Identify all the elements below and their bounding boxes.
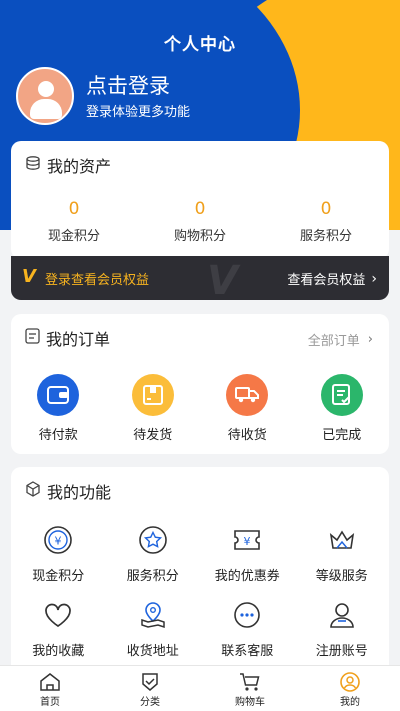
login-title[interactable]: 点击登录 [86,70,170,100]
assets-title: 我的资产 [47,157,112,176]
func-label: 联系客服 [221,644,274,659]
avatar-body [30,99,62,119]
tab-category[interactable]: 分类 [100,666,200,711]
category-icon [142,673,158,691]
yuan-circle-icon: ¥ [41,523,75,557]
avatar[interactable] [16,67,74,125]
order-label: 待收货 [227,428,267,443]
func-cash-points[interactable]: ¥ 现金积分 [11,523,106,584]
chevron-right-icon: › [367,332,373,347]
avatar-head [38,81,54,97]
func-label: 服务积分 [126,569,179,584]
func-favorites[interactable]: 我的收藏 [11,598,106,659]
tab-label: 我的 [340,697,360,708]
tab-label: 分类 [140,697,160,708]
order-label: 已完成 [322,428,362,443]
order-label: 待付款 [38,428,78,443]
home-icon [40,673,60,691]
func-address[interactable]: 收货地址 [106,598,201,659]
login-subtitle: 登录体验更多功能 [86,105,191,120]
crown-icon [325,523,359,557]
functions-title: 我的功能 [47,483,112,502]
all-orders-link[interactable]: 全部订单 › [308,330,373,349]
vip-view-label: 查看会员权益 [287,273,366,288]
headset-icon [230,598,264,632]
asset-label: 现金积分 [47,229,100,244]
wallet-icon [37,374,80,416]
svg-text:¥: ¥ [244,535,251,548]
asset-value: 0 [320,199,332,219]
vip-watermark-icon: V [207,258,238,300]
order-list-icon [25,328,40,348]
asset-label: 服务积分 [299,229,352,244]
assets-card: 我的资产 0 现金积分 0 购物积分 0 服务积分 [11,141,389,259]
func-label: 等级服务 [315,569,368,584]
package-icon [131,374,174,416]
location-map-icon [136,598,170,632]
orders-header: 我的订单 [25,326,110,350]
asset-cash-points[interactable]: 0 现金积分 [11,199,137,244]
order-completed[interactable]: 已完成 [295,374,390,443]
func-level-service[interactable]: 等级服务 [295,523,390,584]
vip-view-link[interactable]: 查看会员权益 › [287,269,377,289]
func-label: 我的优惠券 [214,569,280,584]
functions-card: 我的功能 ¥ 现金积分 服务积分 ¥ 我的优惠券 等级服务 我的收藏 收货地址 … [11,467,389,687]
check-doc-icon [320,374,363,416]
coins-icon [25,155,41,175]
func-register[interactable]: 注册账号 [295,598,390,659]
asset-value: 0 [194,199,206,219]
tab-label: 首页 [40,697,60,708]
order-label: 待发货 [133,428,173,443]
func-label: 我的收藏 [32,644,85,659]
functions-header: 我的功能 [25,479,111,503]
asset-shopping-points[interactable]: 0 购物积分 [137,199,263,244]
vip-banner[interactable]: V V 登录查看会员权益 查看会员权益 › [11,256,389,300]
cart-icon [240,673,260,691]
truck-icon [226,374,269,416]
order-pending-receipt[interactable]: 待收货 [200,374,295,443]
cube-icon [25,481,41,501]
svg-text:¥: ¥ [55,535,62,548]
order-pending-payment[interactable]: 待付款 [11,374,106,443]
heart-icon [41,598,75,632]
bottom-tab-bar: 首页 分类 购物车 我的 [0,665,400,711]
vip-login-text: 登录查看会员权益 [45,273,150,288]
asset-label: 购物积分 [173,229,226,244]
func-customer-service[interactable]: 联系客服 [200,598,295,659]
func-service-points[interactable]: 服务积分 [106,523,201,584]
assets-header: 我的资产 [25,153,111,177]
func-coupons[interactable]: ¥ 我的优惠券 [200,523,295,584]
user-icon [325,598,359,632]
all-orders-label: 全部订单 [307,334,360,349]
tab-cart[interactable]: 购物车 [200,666,300,711]
orders-title: 我的订单 [46,330,111,349]
order-pending-shipment[interactable]: 待发货 [106,374,201,443]
func-label: 现金积分 [32,569,85,584]
tab-label: 购物车 [235,697,265,708]
asset-service-points[interactable]: 0 服务积分 [263,199,389,244]
page-title: 个人中心 [164,35,236,55]
chevron-right-icon: › [371,270,377,287]
func-label: 收货地址 [126,644,179,659]
tab-home[interactable]: 首页 [0,666,100,711]
orders-card: 我的订单 全部订单 › 待付款 待发货 待收货 已完成 [11,314,389,454]
star-badge-icon [136,523,170,557]
tab-profile[interactable]: 我的 [300,666,400,711]
func-label: 注册账号 [315,644,368,659]
asset-value: 0 [68,199,80,219]
vip-icon: V [22,266,36,287]
profile-icon [340,672,360,692]
coupon-icon: ¥ [230,523,264,557]
